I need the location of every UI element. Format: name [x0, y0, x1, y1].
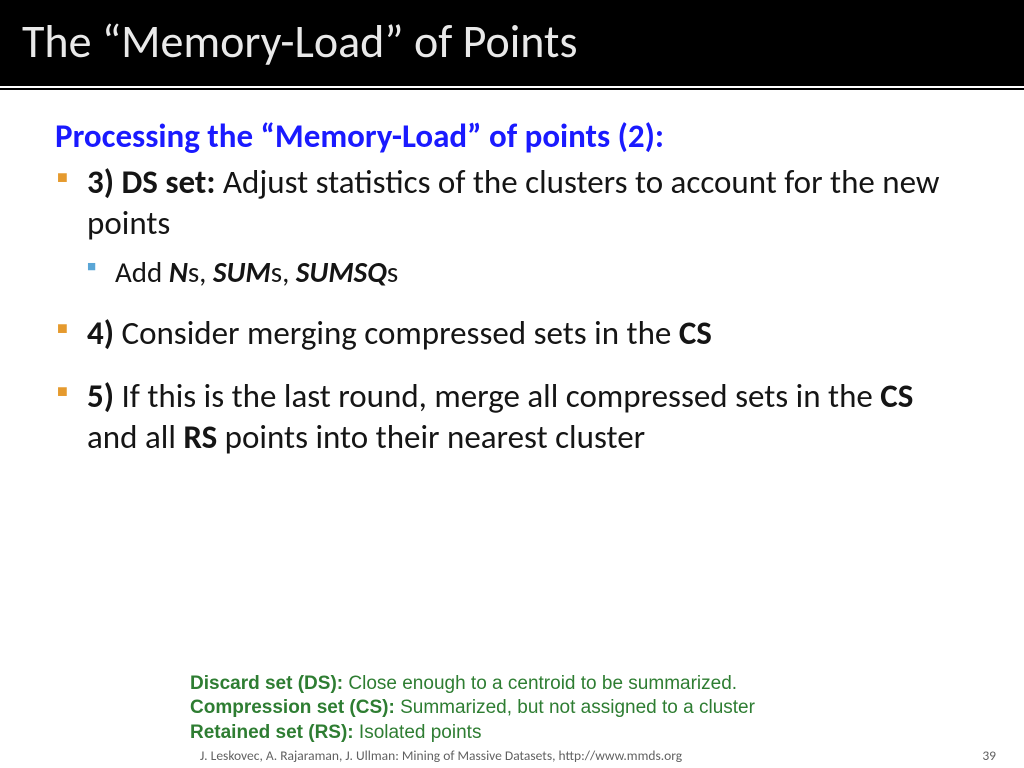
footer: J. Leskovec, A. Rajaraman, J. Ullman: Mi… — [0, 745, 1024, 768]
term-n: N — [169, 254, 188, 290]
sub-item: Add Ns, SUMs, SUMSQs — [87, 254, 969, 290]
bullet-number: 4) — [87, 313, 114, 353]
legend-label-rs: Retained set (RS): — [190, 722, 354, 743]
term-sumsq: SUMSQ — [296, 254, 387, 290]
slide-title: The “Memory-Load” of Points — [0, 0, 1024, 86]
bullet-item: 3) DS set: Adjust statistics of the clus… — [55, 162, 969, 291]
bullet-item: 4) Consider merging compressed sets in t… — [55, 313, 969, 354]
sub-list: Add Ns, SUMs, SUMSQs — [87, 254, 969, 290]
bullet-text: points into their nearest cluster — [217, 417, 645, 457]
sub-text: s, — [271, 254, 296, 290]
sub-text: s, — [188, 254, 213, 290]
bullet-number: 3) DS set: — [87, 162, 215, 202]
bullet-text: and all — [87, 417, 183, 457]
legend-row: Retained set (RS): Isolated points — [190, 721, 1024, 745]
sub-text: s — [387, 254, 398, 290]
legend-label-ds: Discard set (DS): — [190, 673, 343, 694]
bullet-number: 5) — [87, 376, 114, 416]
bullet-item: 5) If this is the last round, merge all … — [55, 376, 969, 459]
slide-content: Processing the “Memory-Load” of points (… — [0, 90, 1024, 672]
bullet-text: If this is the last round, merge all com… — [114, 376, 880, 416]
legend-row: Discard set (DS): Close enough to a cent… — [190, 672, 1024, 696]
term-cs: CS — [679, 313, 712, 353]
sub-text: Add — [115, 254, 169, 290]
legend-text: Isolated points — [354, 722, 482, 743]
page-number: 39 — [982, 747, 996, 764]
legend-text: Summarized, but not assigned to a cluste… — [395, 697, 755, 718]
bullet-list: 3) DS set: Adjust statistics of the clus… — [55, 162, 969, 459]
legend-label-cs: Compression set (CS): — [190, 697, 395, 718]
legend-text: Close enough to a centroid to be summari… — [343, 673, 737, 694]
slide: The “Memory-Load” of Points Processing t… — [0, 0, 1024, 768]
footer-credit: J. Leskovec, A. Rajaraman, J. Ullman: Mi… — [200, 747, 682, 764]
legend-row: Compression set (CS): Summarized, but no… — [190, 696, 1024, 720]
legend-block: Discard set (DS): Close enough to a cent… — [0, 672, 1024, 745]
term-cs: CS — [880, 376, 913, 416]
term-rs: RS — [183, 417, 217, 457]
section-heading: Processing the “Memory-Load” of points (… — [55, 118, 969, 156]
bullet-text: Adjust statistics of the clusters to acc… — [87, 162, 940, 243]
term-sum: SUM — [213, 254, 271, 290]
bullet-text: Consider merging compressed sets in the — [114, 313, 679, 353]
